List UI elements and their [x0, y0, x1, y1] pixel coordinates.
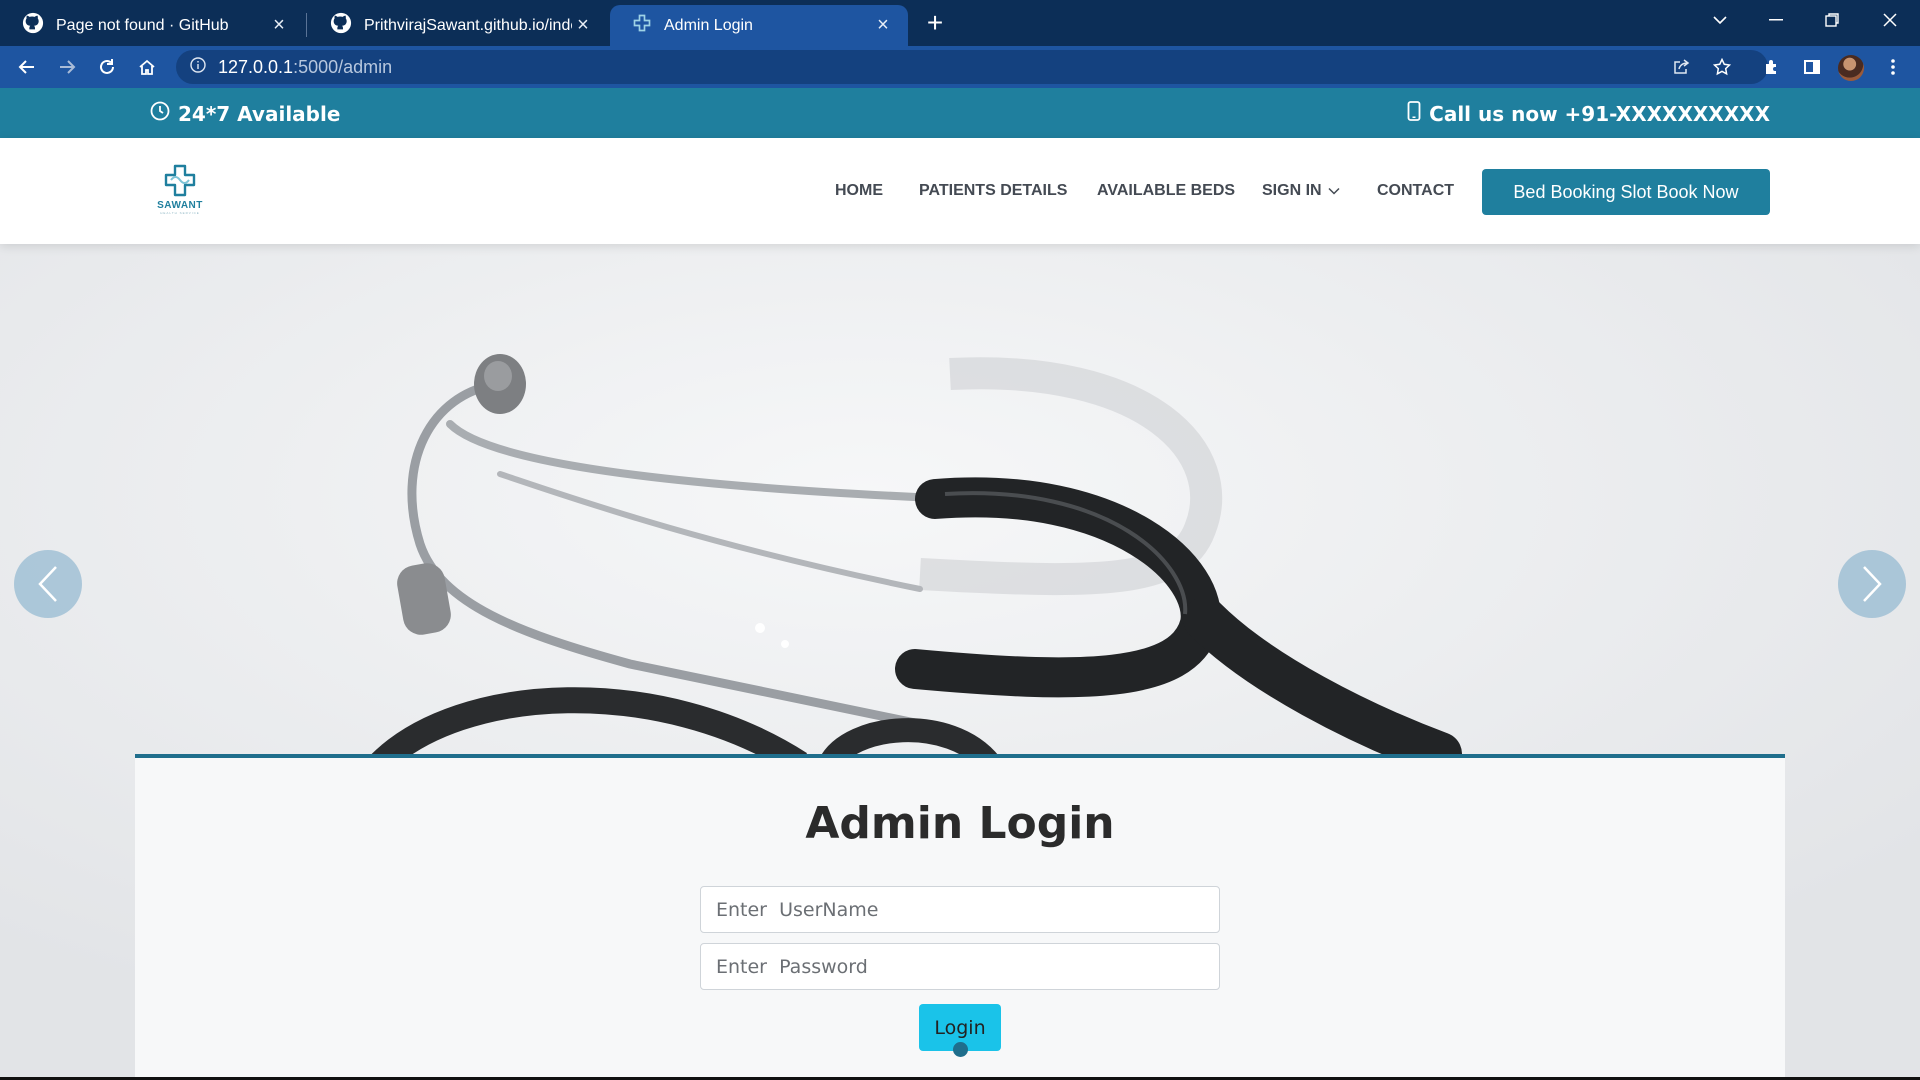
reload-icon[interactable]: [90, 50, 124, 84]
nav-contact[interactable]: CONTACT: [1377, 182, 1454, 200]
home-icon[interactable]: [130, 50, 164, 84]
main-navbar: SAWANT HEALTH SERVICE HOME PATIENTS DETA…: [0, 138, 1920, 244]
close-tab-icon[interactable]: ×: [268, 14, 290, 37]
nav-sign-in-label: SIGN IN: [1262, 182, 1322, 199]
logo-subtext: HEALTH SERVICE: [160, 211, 200, 215]
share-icon[interactable]: [1664, 50, 1698, 84]
forward-arrow-icon[interactable]: [50, 50, 84, 84]
browser-tab-3[interactable]: Admin Login ×: [610, 5, 908, 46]
profile-avatar[interactable]: [1838, 55, 1864, 81]
username-input[interactable]: [700, 886, 1220, 933]
clock-icon: [150, 101, 178, 126]
password-input[interactable]: [700, 943, 1220, 990]
logo-text: SAWANT: [157, 200, 203, 211]
site-logo[interactable]: SAWANT HEALTH SERVICE: [150, 163, 210, 221]
url-path: :5000/admin: [293, 56, 393, 77]
nav-sign-in-dropdown[interactable]: SIGN IN: [1262, 182, 1340, 200]
availability-info: 24*7 Available: [150, 101, 340, 126]
browser-tab-2[interactable]: PrithvirajSawant.github.io/index.h ×: [308, 5, 608, 46]
carousel-prev-button[interactable]: [14, 550, 82, 618]
info-topbar: 24*7 Available Call us now +91-XXXXXXXXX…: [0, 88, 1920, 138]
chevron-left-icon: [38, 566, 57, 602]
extensions-icon[interactable]: [1755, 50, 1789, 84]
bookmark-star-icon[interactable]: [1705, 50, 1739, 84]
mobile-phone-icon: [1407, 101, 1429, 126]
tab-search-icon[interactable]: [1696, 0, 1744, 40]
hero-carousel: Admin Login Login: [0, 244, 1920, 1080]
availability-text: 24*7 Available: [178, 101, 341, 126]
nav-patients-details[interactable]: PATIENTS DETAILS: [919, 182, 1067, 200]
url-text: 127.0.0.1:5000/admin: [218, 57, 392, 78]
close-tab-icon[interactable]: ×: [572, 14, 594, 37]
browser-toolbar: 127.0.0.1:5000/admin: [0, 46, 1920, 88]
tab-title: PrithvirajSawant.github.io/index.h: [364, 16, 572, 34]
carousel-next-button[interactable]: [1838, 550, 1906, 618]
medical-cross-logo-icon: [164, 164, 196, 197]
close-tab-icon[interactable]: ×: [872, 14, 894, 37]
address-bar[interactable]: 127.0.0.1:5000/admin: [176, 50, 1768, 84]
back-arrow-icon[interactable]: [10, 50, 44, 84]
github-icon: [22, 12, 44, 39]
github-icon: [330, 12, 352, 39]
chevron-right-icon: [1863, 566, 1882, 602]
phone-info: Call us now +91-XXXXXXXXXX: [1407, 101, 1770, 126]
more-options-icon[interactable]: [1876, 50, 1910, 84]
admin-login-card: Admin Login Login: [135, 754, 1785, 1080]
login-title: Admin Login: [805, 798, 1115, 849]
web-page: 24*7 Available Call us now +91-XXXXXXXXX…: [0, 88, 1920, 1080]
book-bed-button[interactable]: Bed Booking Slot Book Now: [1482, 169, 1770, 215]
carousel-indicator-active[interactable]: [953, 1042, 968, 1057]
url-host: 127.0.0.1: [218, 56, 294, 77]
phone-text: Call us now +91-XXXXXXXXXX: [1429, 101, 1770, 126]
tab-separator: [306, 13, 307, 37]
restore-icon[interactable]: [1808, 0, 1856, 40]
close-window-icon[interactable]: [1866, 0, 1914, 40]
chevron-down-icon: [1328, 182, 1340, 200]
site-logo-icon: [632, 13, 652, 38]
nav-available-beds[interactable]: AVAILABLE BEDS: [1097, 182, 1235, 200]
minimize-icon[interactable]: [1752, 0, 1800, 40]
tab-title: Admin Login: [664, 16, 753, 34]
site-info-icon[interactable]: [190, 56, 206, 78]
new-tab-button[interactable]: +: [918, 6, 952, 40]
tab-title: Page not found · GitHub: [56, 16, 229, 34]
side-panel-icon[interactable]: [1795, 50, 1829, 84]
nav-home[interactable]: HOME: [835, 182, 883, 200]
browser-tab-1[interactable]: Page not found · GitHub ×: [0, 5, 304, 46]
browser-tab-strip: Page not found · GitHub × PrithvirajSawa…: [0, 0, 1920, 46]
